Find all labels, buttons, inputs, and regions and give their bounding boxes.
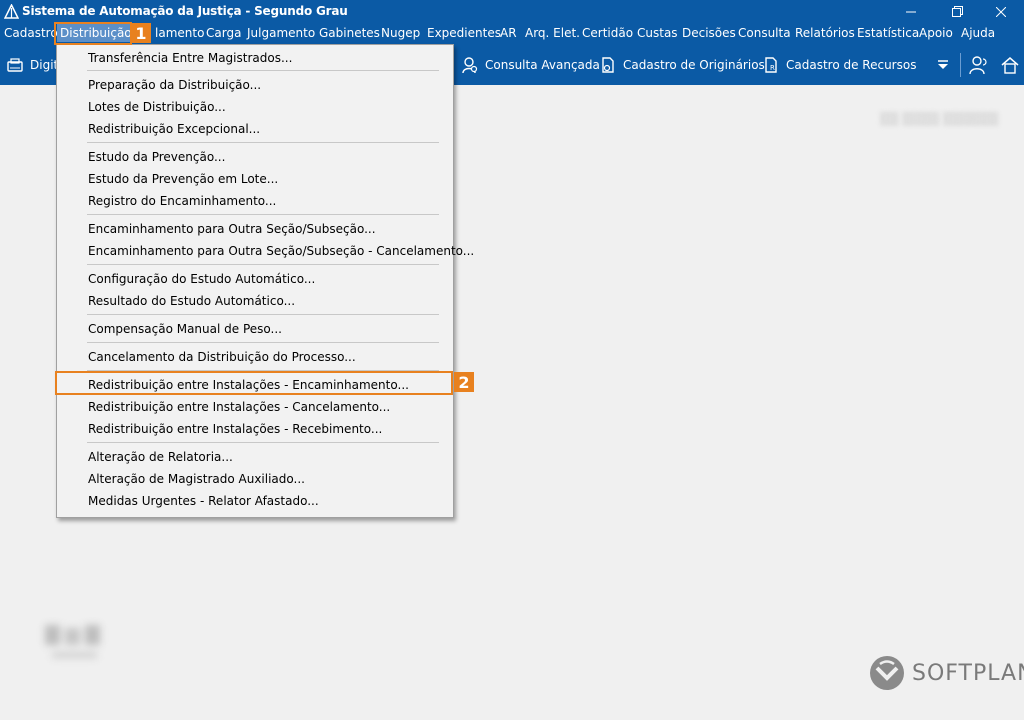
menu-expedientes[interactable]: Expedientes — [427, 26, 501, 40]
softplan-logo-icon — [870, 656, 904, 690]
consulta-avancada-button[interactable]: Consulta Avançada — [461, 45, 600, 85]
menu-item-redistribuicao-excepcional[interactable]: Redistribuição Excepcional... — [88, 122, 260, 136]
close-button[interactable] — [978, 0, 1024, 23]
menu-item-lotes-distribuicao[interactable]: Lotes de Distribuição... — [88, 100, 226, 114]
digit-label: Digit — [30, 58, 59, 72]
cadastro-originarios-button[interactable]: Cadastro de Originários — [599, 45, 765, 85]
menu-item-registro-encaminhamento[interactable]: Registro do Encaminhamento... — [88, 194, 276, 208]
callout-badge-1: 1 — [131, 23, 151, 43]
softplan-logo: SOFTPLAN — [868, 654, 1024, 692]
cadastro-recursos-button[interactable]: R Cadastro de Recursos — [762, 45, 916, 85]
menu-relatorios[interactable]: Relatórios — [795, 26, 855, 40]
minimize-button[interactable] — [888, 0, 934, 23]
menu-separator — [87, 264, 439, 265]
cadastro-originarios-label: Cadastro de Originários — [623, 58, 765, 72]
home-button[interactable] — [1000, 45, 1024, 85]
menu-item-transferencia-magistrados[interactable]: Transferência Entre Magistrados... — [88, 51, 292, 65]
menu-separator — [87, 442, 439, 443]
close-icon — [996, 6, 1006, 17]
minimize-icon — [906, 11, 916, 12]
document-search-icon — [602, 57, 614, 73]
menu-julgamento-partial[interactable]: lamento — [155, 26, 204, 40]
user-button[interactable] — [968, 45, 996, 85]
menu-item-encaminhamento-outra-secao[interactable]: Encaminhamento para Outra Seção/Subseção… — [88, 222, 376, 236]
svg-text:R: R — [770, 64, 775, 72]
restore-icon — [951, 6, 963, 17]
menu-separator — [87, 342, 439, 343]
menu-consulta[interactable]: Consulta — [738, 26, 791, 40]
app-logo-icon — [4, 4, 19, 19]
blurred-logo — [45, 625, 100, 658]
menu-julgamento[interactable]: Julgamento — [247, 26, 315, 40]
menu-item-compensacao-peso[interactable]: Compensação Manual de Peso... — [88, 322, 282, 336]
menu-item-redistribuicao-cancelamento[interactable]: Redistribuição entre Instalações - Cance… — [88, 400, 390, 414]
distribuicao-dropdown-menu: Transferência Entre Magistrados... Prepa… — [56, 44, 474, 518]
menu-separator — [87, 314, 439, 315]
menu-nugep[interactable]: Nugep — [381, 26, 420, 40]
menu-separator — [87, 70, 439, 71]
highlight-box-2 — [55, 371, 453, 395]
menu-item-estudo-prevencao[interactable]: Estudo da Prevenção... — [88, 150, 225, 164]
home-icon — [1001, 57, 1019, 74]
user-search-icon — [462, 57, 478, 74]
menu-item-encaminhamento-cancelamento[interactable]: Encaminhamento para Outra Seção/Subseção… — [88, 244, 474, 258]
digit-button[interactable]: Digit — [6, 45, 58, 85]
menu-apoio[interactable]: Apoio — [919, 26, 953, 40]
menu-arq-elet[interactable]: Arq. Elet. — [525, 26, 580, 40]
menu-item-resultado-estudo[interactable]: Resultado do Estudo Automático... — [88, 294, 295, 308]
menu-carga[interactable]: Carga — [206, 26, 241, 40]
menu-bar: Cadastro Distribuição lamento Carga Julg… — [0, 23, 1024, 45]
menu-certidao[interactable]: Certidão — [582, 26, 633, 40]
menu-item-cancelamento-distribuicao[interactable]: Cancelamento da Distribuição do Processo… — [88, 350, 356, 364]
window-title: Sistema de Automação da Justiça - Segund… — [22, 4, 348, 18]
menu-item-alteracao-relatoria[interactable]: Alteração de Relatoria... — [88, 450, 233, 464]
menu-item-estudo-prevencao-lote[interactable]: Estudo da Prevenção em Lote... — [88, 172, 278, 186]
caret-down-icon — [938, 60, 948, 69]
menu-custas[interactable]: Custas — [637, 26, 678, 40]
scanner-icon — [7, 58, 23, 72]
menu-ajuda[interactable]: Ajuda — [961, 26, 995, 40]
menu-ar[interactable]: AR — [500, 26, 517, 40]
cadastro-recursos-label: Cadastro de Recursos — [786, 58, 917, 72]
menu-separator — [87, 142, 439, 143]
menu-item-configuracao-estudo[interactable]: Configuração do Estudo Automático... — [88, 272, 315, 286]
title-bar: Sistema de Automação da Justiça - Segund… — [0, 0, 1024, 23]
menu-cadastro[interactable]: Cadastro — [4, 26, 58, 40]
consulta-avancada-label: Consulta Avançada — [485, 58, 600, 72]
menu-item-preparacao-distribuicao[interactable]: Preparação da Distribuição... — [88, 78, 261, 92]
menu-separator — [87, 214, 439, 215]
callout-badge-2: 2 — [454, 372, 474, 392]
menu-estatistica[interactable]: Estatística — [857, 26, 919, 40]
menu-gabinetes[interactable]: Gabinetes — [319, 26, 380, 40]
menu-decisoes[interactable]: Decisões — [682, 26, 736, 40]
menu-item-medidas-urgentes[interactable]: Medidas Urgentes - Relator Afastado... — [88, 494, 319, 508]
restore-button[interactable] — [934, 0, 980, 23]
faded-background-text: ▒▒ ▒▒▒▒ ▒▒▒▒▒▒ — [880, 112, 999, 126]
toolbar-overflow-button[interactable] — [937, 45, 955, 85]
menu-item-alteracao-magistrado[interactable]: Alteração de Magistrado Auxiliado... — [88, 472, 305, 486]
softplan-text: SOFTPLAN — [912, 660, 1024, 686]
toolbar-divider — [960, 53, 961, 77]
users-icon — [969, 56, 987, 75]
menu-item-redistribuicao-recebimento[interactable]: Redistribuição entre Instalações - Receb… — [88, 422, 382, 436]
document-r-icon: R — [765, 57, 777, 73]
highlight-box-1 — [54, 22, 132, 45]
